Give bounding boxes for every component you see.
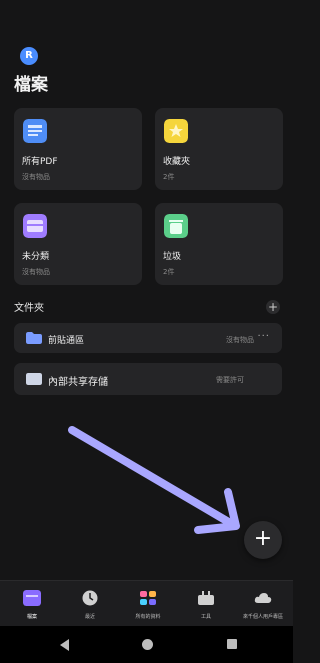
system-nav-bar	[0, 626, 293, 663]
nav-label: 最近	[84, 614, 95, 620]
folder-icon	[26, 332, 42, 344]
more-options-icon[interactable]: ···	[257, 331, 270, 342]
nav-item-recent[interactable]: 最近	[61, 581, 119, 627]
nav-label: 所有的資料	[135, 614, 161, 620]
folder-label: 前貼通區	[48, 336, 85, 346]
recent-apps-icon[interactable]	[227, 639, 237, 649]
nav-item-tools[interactable]: 工具	[177, 581, 235, 627]
card-count: 2件	[163, 173, 175, 181]
apps-icon	[140, 591, 156, 605]
storage-icon	[26, 373, 42, 385]
card-label: 垃圾	[163, 252, 182, 262]
clock-icon	[82, 590, 98, 606]
nav-item-files[interactable]: 檔案	[3, 581, 61, 627]
avatar[interactable]: R	[20, 47, 38, 65]
nav-item-cloud[interactable]: 來千個人用戶專區	[234, 581, 292, 627]
home-icon[interactable]	[142, 639, 153, 650]
card-trash[interactable]: 垃圾 2件	[155, 203, 283, 285]
page-title: 檔案	[14, 75, 48, 95]
storage-status: 需要許可	[216, 376, 244, 384]
card-label: 所有PDF	[22, 157, 58, 167]
add-fab-button[interactable]: +	[244, 521, 282, 559]
folder-row[interactable]: 前貼通區 沒有物品 ···	[14, 323, 282, 353]
add-folder-button[interactable]: +	[266, 300, 280, 314]
card-count: 沒有物品	[22, 268, 50, 276]
cloud-icon	[254, 593, 272, 603]
back-icon[interactable]	[60, 639, 69, 651]
nav-label: 工具	[200, 614, 211, 620]
pdf-doc-icon	[23, 119, 47, 143]
storage-label: 內部共享存儲	[48, 377, 108, 388]
card-uncategorized[interactable]: 未分類 沒有物品	[14, 203, 142, 285]
hint-arrow-icon	[68, 426, 240, 534]
storage-row[interactable]: 內部共享存儲 需要許可	[14, 363, 282, 395]
uncategorized-icon	[23, 214, 47, 238]
trash-icon	[164, 214, 188, 238]
nav-label: 來千個人用戶專區	[242, 614, 283, 620]
card-all-pdf[interactable]: 所有PDF 沒有物品	[14, 108, 142, 190]
bottom-nav: 檔案 最近 所有的資料 工具 來千個人用戶專區	[0, 580, 293, 627]
card-count: 沒有物品	[22, 173, 50, 181]
card-count: 2件	[163, 268, 175, 276]
card-label: 收藏夾	[163, 157, 191, 167]
tools-icon	[198, 591, 214, 605]
section-title-folders: 文件夾	[14, 303, 44, 314]
files-icon	[23, 590, 41, 606]
card-label: 未分類	[22, 252, 50, 262]
favorites-icon	[164, 119, 188, 143]
card-favorites[interactable]: 收藏夾 2件	[155, 108, 283, 190]
nav-item-all[interactable]: 所有的資料	[119, 581, 177, 627]
folder-status: 沒有物品	[226, 336, 254, 344]
nav-label: 檔案	[26, 614, 37, 620]
